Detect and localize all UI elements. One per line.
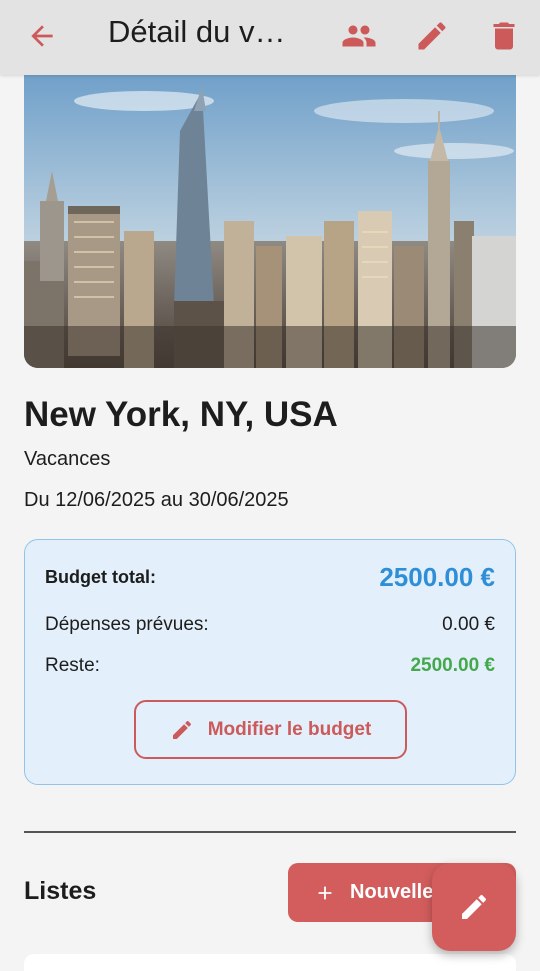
edit-fab[interactable]: [432, 863, 516, 951]
budget-total-value: 2500.00 €: [379, 562, 495, 592]
list-card[interactable]: [24, 954, 516, 971]
edit-icon: [462, 894, 487, 919]
budget-rest-label: Reste:: [45, 655, 100, 676]
scroll-content[interactable]: New York, NY, USA Vacances Du 12/06/2025…: [0, 75, 540, 971]
page-title: Détail du v…: [108, 14, 286, 49]
modify-budget-label: Modifier le budget: [207, 718, 372, 740]
trip-category: Vacances: [24, 448, 111, 470]
new-list-label: Nouvelle: [350, 881, 434, 903]
city-skyline-photo: [24, 75, 516, 368]
add-icon: [318, 886, 332, 899]
arrow-back-icon[interactable]: [26, 20, 58, 52]
edit-icon: [172, 720, 191, 739]
trip-title: New York, NY, USA: [24, 395, 338, 434]
app-bar: Détail du v…: [0, 0, 540, 75]
budget-total-row: Budget total: 2500.00 €: [45, 562, 495, 593]
budget-rest-value: 2500.00 €: [410, 655, 495, 676]
trip-dates: Du 12/06/2025 au 30/06/2025: [24, 489, 289, 511]
edit-icon[interactable]: [414, 18, 450, 54]
lists-title: Listes: [24, 877, 97, 905]
budget-spent-value: 0.00 €: [442, 614, 495, 635]
delete-icon[interactable]: [486, 18, 522, 54]
group-icon[interactable]: [341, 18, 377, 54]
budget-spent-label: Dépenses prévues:: [45, 614, 209, 635]
divider: [24, 831, 516, 833]
budget-card: Budget total: 2500.00 € Dépenses prévues…: [24, 539, 516, 785]
modify-budget-button[interactable]: Modifier le budget: [134, 700, 407, 759]
budget-spent-row: Dépenses prévues: 0.00 €: [45, 614, 495, 636]
budget-rest-row: Reste: 2500.00 €: [45, 655, 495, 677]
budget-total-label: Budget total:: [45, 567, 156, 587]
